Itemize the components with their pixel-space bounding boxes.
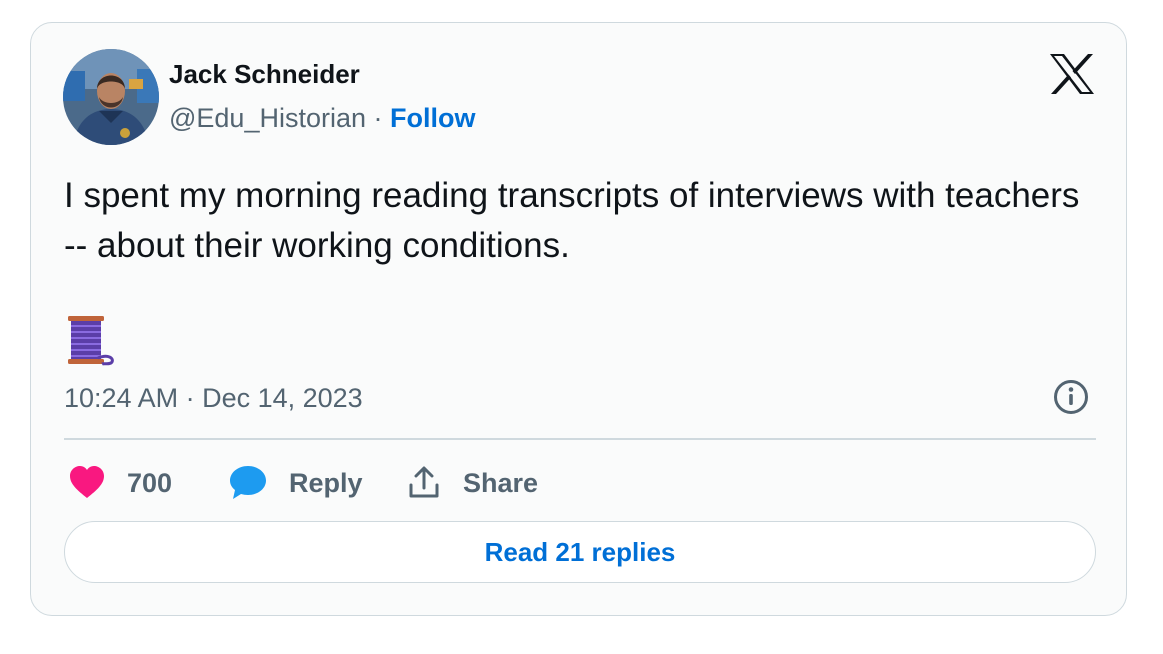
- info-icon[interactable]: [1053, 379, 1089, 415]
- like-button[interactable]: 700: [69, 461, 172, 505]
- read-replies-label: Read 21 replies: [484, 536, 676, 567]
- chat-bubble-icon: [230, 466, 266, 499]
- x-logo-icon[interactable]: [1049, 53, 1095, 95]
- divider: [64, 438, 1096, 440]
- tweet-text: I spent my morning reading transcripts o…: [64, 176, 1080, 265]
- heart-icon: [70, 466, 104, 498]
- avatar[interactable]: [63, 49, 159, 145]
- reply-label: Reply: [289, 467, 363, 498]
- thread-spool-icon: [64, 314, 116, 366]
- tweet-timestamp[interactable]: 10:24 AM · Dec 14, 2023: [64, 383, 363, 414]
- read-replies-button[interactable]: Read 21 replies: [64, 521, 1096, 583]
- share-button[interactable]: Share: [407, 461, 538, 505]
- like-count: 700: [127, 467, 173, 498]
- follow-button[interactable]: Follow: [390, 103, 475, 133]
- share-icon: [409, 466, 439, 498]
- author-handle-row: @Edu_Historian · Follow: [169, 103, 476, 134]
- author-handle[interactable]: @Edu_Historian: [169, 103, 366, 133]
- share-label: Share: [463, 467, 539, 498]
- reply-button[interactable]: Reply: [229, 461, 363, 505]
- separator-dot: ·: [373, 103, 383, 133]
- author-name[interactable]: Jack Schneider: [169, 59, 360, 90]
- tweet-card: Jack Schneider @Edu_Historian · Follow I…: [30, 22, 1127, 616]
